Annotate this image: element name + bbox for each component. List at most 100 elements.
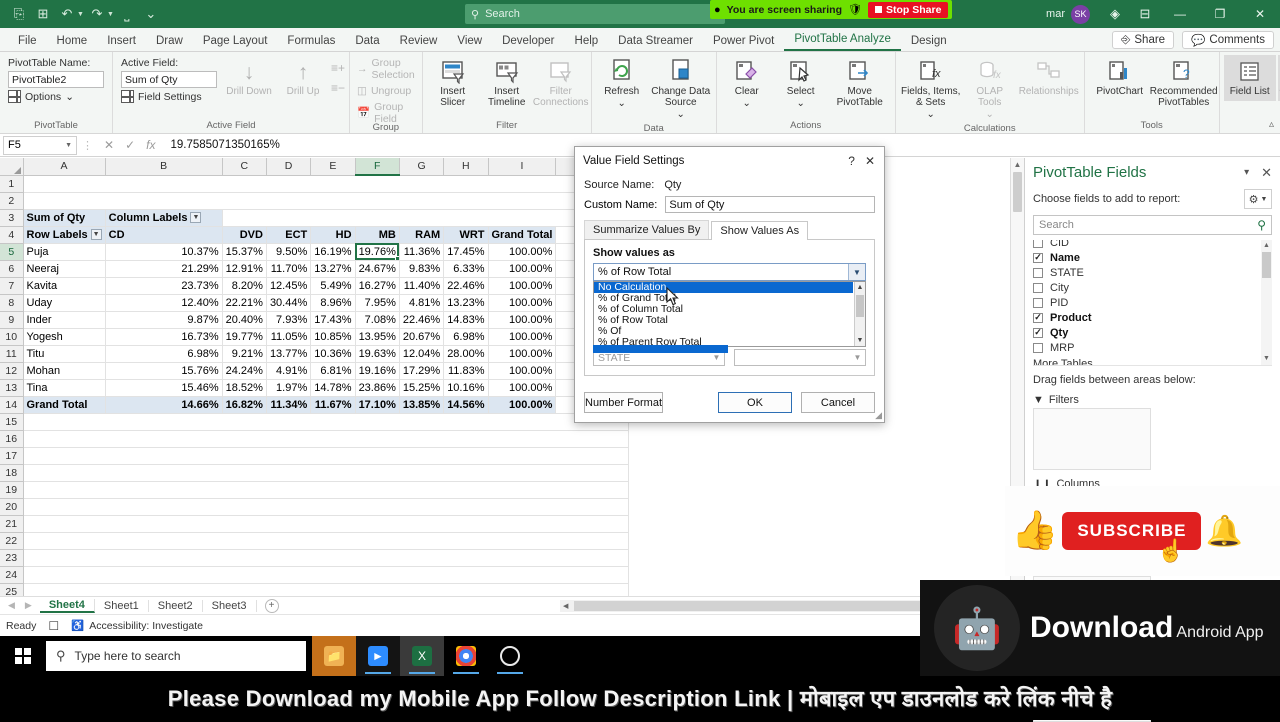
cell-titu-grand-total[interactable]: 100.00% [488, 345, 557, 363]
cell-rowlabel-puja[interactable]: Puja [23, 243, 106, 261]
pane-close-icon[interactable]: ✕ [1261, 165, 1272, 181]
cell-total-dvd[interactable]: 16.82% [222, 395, 267, 414]
cell-puja-ram[interactable]: 11.36% [399, 243, 445, 261]
cell-inder-cd[interactable]: 9.87% [105, 311, 223, 329]
cell-puja-wrt[interactable]: 17.45% [443, 243, 489, 261]
cell-mohan-mb[interactable]: 19.16% [355, 362, 400, 380]
recording-indicator-icon[interactable]: ☐ [48, 619, 59, 633]
tab-developer[interactable]: Developer [492, 32, 564, 51]
listbox-scroll-down-icon[interactable]: ▼ [855, 335, 865, 346]
cell-yogesh-grand-total[interactable]: 100.00% [488, 328, 557, 346]
cell-kavita-ect[interactable]: 12.45% [266, 277, 312, 295]
cell-uday-hd[interactable]: 8.96% [310, 294, 356, 312]
refresh-chevron-down-icon[interactable]: ⌄ [618, 98, 626, 110]
cell-neeraj-hd[interactable]: 13.27% [310, 260, 356, 278]
taskbar-app-chrome[interactable] [444, 636, 488, 676]
row-header-22[interactable]: 22 [0, 532, 24, 550]
cell-neeraj-grand-total[interactable]: 100.00% [488, 260, 557, 278]
tab-power-pivot[interactable]: Power Pivot [703, 32, 784, 51]
cell-titu-cd[interactable]: 6.98% [105, 345, 223, 363]
cell-header-mb[interactable]: MB [355, 226, 400, 244]
cell-kavita-cd[interactable]: 23.73% [105, 277, 223, 295]
cell-total-ram[interactable]: 13.85% [399, 395, 445, 414]
accessibility-label[interactable]: Accessibility: Investigate [89, 620, 203, 632]
tab-formulas[interactable]: Formulas [277, 32, 345, 51]
confirm-edit-icon[interactable]: ✓ [125, 138, 135, 152]
cell-kavita-wrt[interactable]: 22.46% [443, 277, 489, 295]
pane-settings-button[interactable]: ⚙ ▼ [1244, 189, 1272, 209]
row-header-24[interactable]: 24 [0, 566, 24, 584]
diamond-icon[interactable]: ◈ [1100, 6, 1130, 22]
name-box[interactable]: F5 ▼ [3, 135, 77, 155]
cell-blank[interactable] [23, 430, 630, 448]
row-header-2[interactable]: 2 [0, 192, 24, 210]
cell-neeraj-ect[interactable]: 11.70% [266, 260, 312, 278]
cell-header-cd[interactable]: CD [105, 226, 223, 244]
cell-rowlabel-kavita[interactable]: Kavita [23, 277, 106, 295]
dialog-tab-show-values-as[interactable]: Show Values As [711, 221, 809, 240]
field-list-scroll-up-icon[interactable]: ▲ [1261, 240, 1272, 252]
cell-blank[interactable] [23, 566, 630, 584]
row-header-23[interactable]: 23 [0, 549, 24, 567]
select-all-corner[interactable] [0, 158, 24, 176]
tab-data-streamer[interactable]: Data Streamer [608, 32, 703, 51]
restore-button[interactable]: ❐ [1200, 7, 1240, 21]
row-header-9[interactable]: 9 [0, 311, 24, 329]
cell-tina-cd[interactable]: 15.46% [105, 379, 223, 397]
cell-mohan-ram[interactable]: 17.29% [399, 362, 445, 380]
cell-yogesh-mb[interactable]: 13.95% [355, 328, 400, 346]
customize-qat-icon[interactable]: ⌄ [140, 3, 162, 25]
cell-neeraj-ram[interactable]: 9.83% [399, 260, 445, 278]
name-box-chevron-down-icon[interactable]: ▼ [65, 142, 72, 149]
cell-kavita-grand-total[interactable]: 100.00% [488, 277, 557, 295]
cell-tina-ram[interactable]: 15.25% [399, 379, 445, 397]
cell-yogesh-wrt[interactable]: 6.98% [443, 328, 489, 346]
next-sheet-icon[interactable]: ▶ [25, 600, 32, 611]
row-header-10[interactable]: 10 [0, 328, 24, 346]
cell-inder-dvd[interactable]: 20.40% [222, 311, 267, 329]
change-source-chevron-down-icon[interactable]: ⌄ [677, 109, 685, 121]
cell-blank[interactable] [23, 447, 630, 465]
dialog-close-icon[interactable]: ✕ [865, 154, 875, 168]
row-header-19[interactable]: 19 [0, 481, 24, 499]
listbox-scrollbar[interactable]: ▲ ▼ [854, 282, 865, 346]
area-filters[interactable]: ▼ Filters [1033, 392, 1151, 470]
field-list-scroll-thumb[interactable] [1262, 252, 1271, 278]
row-header-11[interactable]: 11 [0, 345, 24, 363]
undo-chevron-down-icon[interactable]: ▼ [77, 11, 84, 18]
row-header-14[interactable]: 14 [0, 396, 24, 414]
redo-icon[interactable]: ↷ [86, 3, 108, 25]
cancel-button[interactable]: Cancel [801, 392, 875, 413]
cell-blank[interactable] [23, 498, 630, 516]
cell-uday-dvd[interactable]: 22.21% [222, 294, 267, 312]
field-list-scroll-down-icon[interactable]: ▼ [1261, 353, 1272, 365]
col-header-E[interactable]: E [310, 158, 356, 176]
ribbon-display-options-icon[interactable]: ⊟ [1130, 6, 1160, 22]
cell-inder-grand-total[interactable]: 100.00% [488, 311, 557, 329]
row-labels-filter-icon[interactable]: ▼ [90, 229, 102, 241]
cell-total-wrt[interactable]: 14.56% [443, 395, 489, 414]
cell-mohan-cd[interactable]: 15.76% [105, 362, 223, 380]
select-chevron-down-icon[interactable]: ⌄ [797, 98, 805, 110]
tab-page-layout[interactable]: Page Layout [193, 32, 278, 51]
cell-puja-ect[interactable]: 9.50% [266, 243, 312, 261]
col-header-I[interactable]: I [488, 158, 557, 176]
cell-yogesh-ect[interactable]: 11.05% [266, 328, 312, 346]
pivottable-name-input[interactable]: PivotTable2 [8, 71, 104, 88]
cell-total-grand-total[interactable]: 100.00% [488, 395, 557, 414]
custom-name-input[interactable]: Sum of Qty [665, 196, 875, 213]
hscroll-left-icon[interactable]: ◀ [563, 602, 568, 610]
cell-kavita-dvd[interactable]: 8.20% [222, 277, 267, 295]
cell-yogesh-cd[interactable]: 16.73% [105, 328, 223, 346]
field-item-product[interactable]: ✓ Product [1033, 310, 1259, 325]
cell-kavita-ram[interactable]: 11.40% [399, 277, 445, 295]
field-item-city[interactable]: City [1033, 280, 1259, 295]
cell-inder-hd[interactable]: 17.43% [310, 311, 356, 329]
cell-rowlabel-mohan[interactable]: Mohan [23, 362, 106, 380]
subscribe-button[interactable]: SUBSCRIBE ☝ [1062, 512, 1202, 563]
number-format-button[interactable]: Number Format [584, 392, 664, 413]
change-data-source-button[interactable]: Change Data Source ⌄ [650, 55, 712, 123]
cell-blank[interactable] [23, 515, 630, 533]
cell-rowlabel-tina[interactable]: Tina [23, 379, 106, 397]
checkbox-pid[interactable] [1033, 297, 1043, 308]
